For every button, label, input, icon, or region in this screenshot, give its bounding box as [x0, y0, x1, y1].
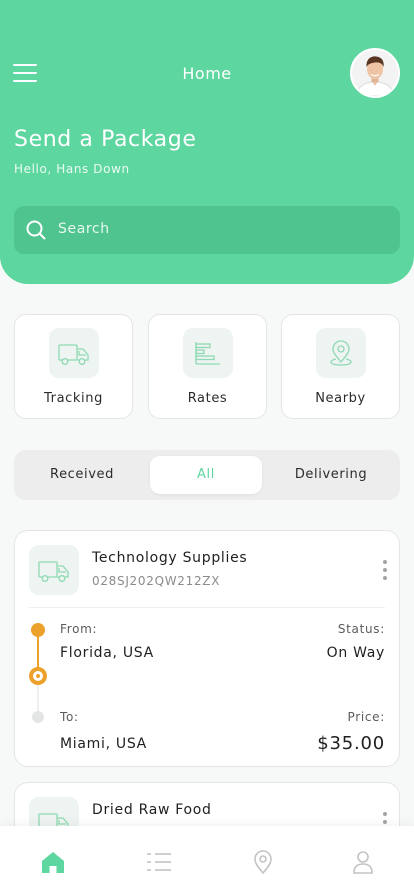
greeting-text: Hello, Hans Down	[14, 162, 130, 176]
filter-tabs: Received All Delivering	[14, 450, 400, 500]
tracking-code: 028SJ202QW212ZX	[92, 574, 221, 588]
list-icon[interactable]	[145, 848, 173, 876]
location-pin-icon[interactable]	[249, 848, 277, 876]
to-value: Miami, USA	[60, 736, 147, 752]
service-nearby[interactable]: Nearby	[281, 314, 400, 419]
home-icon[interactable]	[39, 848, 67, 876]
service-label: Nearby	[315, 391, 366, 406]
shipment-name: Dried Raw Food	[92, 802, 212, 818]
truck-icon	[29, 545, 79, 595]
from-label: From:	[60, 622, 98, 636]
origin-dot	[31, 623, 45, 637]
shipment-card[interactable]: Technology Supplies 028SJ202QW212ZX From…	[14, 530, 400, 767]
search-input[interactable]: Search	[14, 206, 400, 254]
service-label: Rates	[187, 391, 228, 406]
destination-dot	[32, 711, 44, 723]
from-value: Florida, USA	[60, 645, 154, 661]
service-label: Tracking	[44, 391, 103, 406]
divider	[29, 607, 385, 608]
bottom-nav	[0, 826, 414, 896]
tab-received[interactable]: Received	[14, 450, 150, 500]
search-placeholder: Search	[58, 221, 110, 237]
more-options-icon[interactable]	[379, 559, 391, 581]
to-label: To:	[60, 710, 79, 724]
avatar[interactable]	[350, 48, 400, 98]
service-tracking[interactable]: Tracking	[14, 314, 133, 419]
price-label: Price:	[347, 710, 385, 724]
location-pin-icon	[316, 328, 366, 378]
profile-icon[interactable]	[349, 848, 377, 876]
tab-all[interactable]: All	[150, 456, 262, 494]
header: Home Send a Package Hello, Hans Down Sea…	[0, 0, 414, 284]
status-value: On Way	[326, 645, 385, 661]
status-label: Status:	[337, 622, 385, 636]
shipment-name: Technology Supplies	[92, 550, 248, 566]
page-title: Send a Package	[14, 127, 197, 152]
service-rates[interactable]: Rates	[148, 314, 267, 419]
tab-delivering[interactable]: Delivering	[262, 450, 400, 500]
truck-icon	[49, 328, 99, 378]
current-position-dot	[29, 667, 47, 685]
search-icon	[26, 220, 46, 240]
rates-chart-icon	[183, 328, 233, 378]
price-value: $35.00	[317, 733, 385, 754]
